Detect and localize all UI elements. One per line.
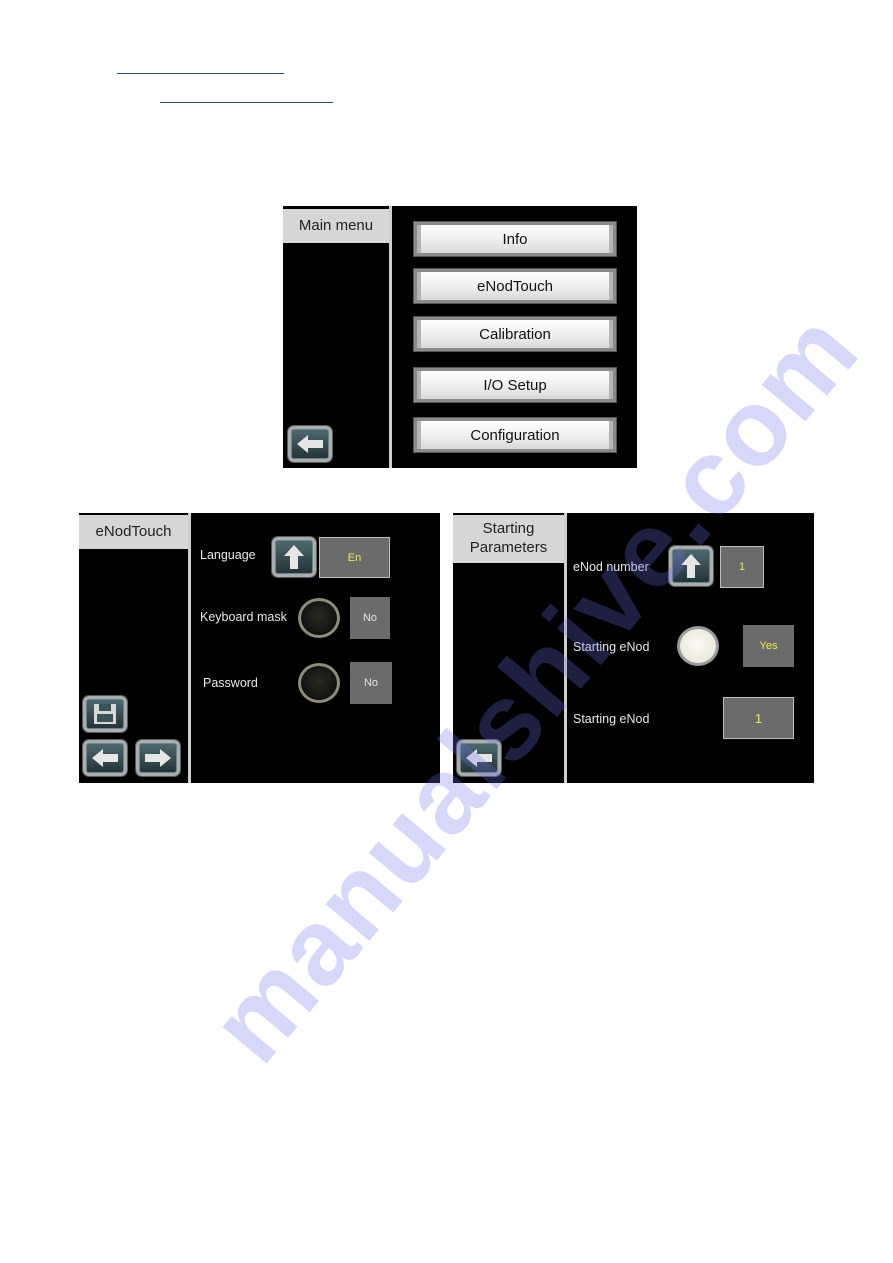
arrow-up-icon [681, 554, 701, 578]
arrow-right-icon [145, 749, 171, 767]
menu-button-io-setup[interactable]: I/O Setup [414, 368, 616, 402]
enodtouch-content: Language En Keyboard mask No Password No [191, 513, 440, 783]
password-value: No [350, 662, 392, 704]
main-menu-content: Info eNodTouch Calibration I/O Setup Con… [392, 206, 637, 468]
header-link-2[interactable] [160, 102, 333, 103]
main-menu-sidebar: Main menu [283, 206, 392, 468]
arrow-up-icon [284, 545, 304, 569]
menu-button-calibration[interactable]: Calibration [414, 317, 616, 351]
enod-number-value: 1 [720, 546, 764, 588]
enod-number-up-button[interactable] [669, 546, 713, 586]
starting-enod-2-value[interactable]: 1 [723, 697, 794, 739]
starting-parameters-sidebar: Starting Parameters [453, 513, 567, 783]
enodtouch-screen: eNodTouch Language En Keyboard mask No P… [79, 513, 440, 783]
arrow-left-icon [466, 749, 492, 767]
keyboard-mask-value: No [350, 597, 390, 639]
password-toggle[interactable] [298, 663, 340, 703]
language-label: Language [200, 548, 256, 562]
starting-parameters-back-button[interactable] [457, 740, 501, 776]
starting-parameters-title: Starting Parameters [453, 515, 564, 563]
starting-parameters-content: eNod number 1 Starting eNod Yes Starting… [567, 513, 814, 783]
starting-enod-label: Starting eNod [573, 640, 650, 654]
main-menu-back-button[interactable] [288, 426, 332, 462]
keyboard-mask-label: Keyboard mask [200, 610, 287, 624]
starting-enod-value: Yes [743, 625, 794, 667]
starting-parameters-title-line2: Parameters [469, 539, 548, 556]
menu-button-info[interactable]: Info [414, 222, 616, 256]
menu-button-configuration[interactable]: Configuration [414, 418, 616, 452]
save-icon [94, 704, 116, 724]
starting-parameters-screen: Starting Parameters eNod number 1 Starti… [453, 513, 814, 783]
main-menu-title: Main menu [283, 209, 389, 243]
language-value: En [319, 537, 390, 578]
save-button[interactable] [83, 696, 127, 732]
enodtouch-sidebar: eNodTouch [79, 513, 191, 783]
arrow-left-icon [92, 749, 118, 767]
password-label: Password [203, 676, 258, 690]
next-button[interactable] [136, 740, 180, 776]
arrow-left-icon [297, 435, 323, 453]
main-menu-screen: Main menu Info eNodTouch Calibration I/O… [283, 206, 637, 468]
starting-parameters-title-line1: Starting [482, 520, 535, 538]
previous-button[interactable] [83, 740, 127, 776]
header-link-1[interactable] [117, 73, 284, 74]
starting-enod-2-label: Starting eNod [573, 712, 650, 726]
enod-number-label: eNod number [573, 560, 649, 574]
starting-enod-toggle[interactable] [677, 626, 719, 666]
keyboard-mask-toggle[interactable] [298, 598, 340, 638]
language-up-button[interactable] [272, 537, 316, 577]
menu-button-enodtouch[interactable]: eNodTouch [414, 269, 616, 303]
enodtouch-title: eNodTouch [79, 515, 188, 549]
